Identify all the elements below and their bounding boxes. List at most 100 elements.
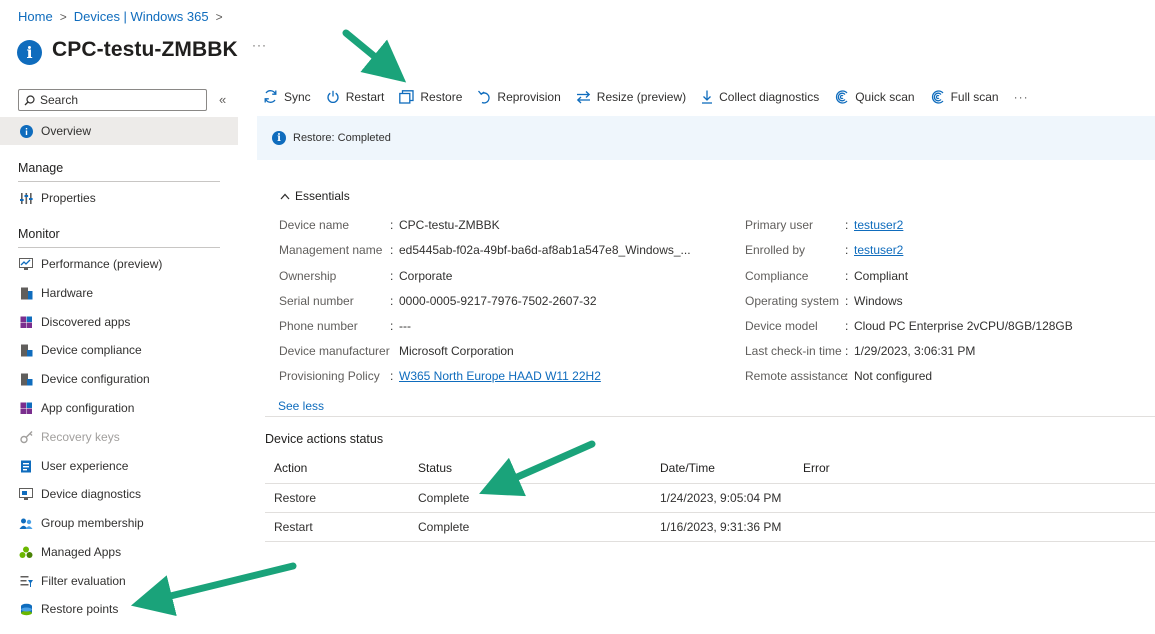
notification-banner: i Restore: Completed (257, 116, 1155, 160)
more-options-button[interactable]: ··· (252, 38, 267, 52)
property-value: 1/29/2023, 3:06:31 PM (854, 344, 976, 358)
property-value: Cloud PC Enterprise 2vCPU/8GB/128GB (854, 319, 1073, 333)
property-operating-system: Operating system : Windows (745, 294, 903, 310)
sidebar-item-overview[interactable]: Overview (0, 117, 238, 145)
chevron-right-icon: > (215, 9, 223, 24)
enrolled-by-link[interactable]: testuser2 (854, 243, 903, 259)
property-provisioning-policy: Provisioning Policy : W365 North Europe … (279, 369, 601, 385)
property-label: Last check-in time (745, 344, 842, 358)
restore-label: Restore (420, 89, 463, 104)
hardware-icon (19, 286, 33, 300)
sidebar-item-label: Hardware (41, 286, 94, 300)
reprovision-label: Reprovision (497, 89, 561, 104)
command-bar: Sync Restart Restore Reprovision Resize … (263, 89, 1029, 104)
property-label: Ownership (279, 269, 337, 283)
sidebar-item-discovered-apps[interactable]: Discovered apps (0, 309, 238, 335)
search-icon (24, 94, 35, 105)
chevron-up-icon (280, 193, 290, 199)
more-commands-button[interactable]: ··· (1014, 90, 1029, 104)
sidebar-item-app-configuration[interactable]: App configuration (0, 395, 238, 421)
property-serial-number: Serial number : 0000-0005-9217-7976-7502… (279, 294, 597, 310)
section-manage: Manage (18, 161, 220, 182)
property-label: Phone number (279, 319, 358, 333)
reprovision-icon (478, 90, 491, 104)
provisioning-policy-link[interactable]: W365 North Europe HAAD W11 22H2 (399, 369, 601, 385)
sync-button[interactable]: Sync (263, 89, 311, 104)
sidebar-item-managed-apps[interactable]: Managed Apps (0, 539, 238, 565)
column-header-datetime[interactable]: Date/Time (660, 453, 715, 483)
collect-diagnostics-button[interactable]: Collect diagnostics (701, 90, 819, 104)
property-enrolled-by: Enrolled by : testuser2 (745, 243, 903, 259)
scan-icon (836, 89, 848, 104)
breadcrumb: Home > Devices | Windows 365 > (18, 9, 230, 24)
properties-icon (19, 191, 33, 205)
sidebar-item-device-compliance[interactable]: Device compliance (0, 337, 238, 363)
column-header-action[interactable]: Action (274, 453, 307, 483)
chevron-right-icon: > (59, 9, 67, 24)
resize-arrows-icon (576, 90, 590, 103)
compliance-icon (19, 343, 33, 357)
sidebar-item-restore-points[interactable]: Restore points (0, 596, 238, 622)
annotation-arrow-restore (342, 29, 407, 83)
sidebar-item-group-membership[interactable]: Group membership (0, 510, 238, 536)
property-separator: : (845, 243, 849, 257)
property-label: Device manufacturer (279, 344, 390, 358)
sidebar-item-hardware[interactable]: Hardware (0, 280, 238, 306)
sidebar-item-performance[interactable]: Performance (preview) (0, 251, 238, 277)
full-scan-label: Full scan (950, 89, 999, 104)
property-separator: : (845, 218, 849, 232)
sidebar-item-filter-evaluation[interactable]: Filter evaluation (0, 568, 238, 594)
info-icon: i (17, 40, 42, 65)
restore-button[interactable]: Restore (399, 90, 462, 104)
sidebar-item-device-diagnostics[interactable]: Device diagnostics (0, 481, 238, 507)
essentials-title: Essentials (295, 189, 350, 203)
property-label: Management name (279, 243, 383, 257)
sidebar-item-label: Device configuration (41, 372, 150, 386)
property-phone-number: Phone number : --- (279, 319, 411, 335)
sidebar-item-label: Performance (preview) (41, 257, 163, 271)
property-separator: : (390, 294, 394, 308)
info-icon (19, 124, 33, 138)
sidebar-item-label: App configuration (41, 401, 135, 415)
property-label: Operating system (745, 294, 840, 308)
restore-points-icon (19, 602, 33, 616)
sidebar-item-label: Overview (41, 124, 92, 138)
sidebar-item-label: Managed Apps (41, 545, 122, 559)
restart-button[interactable]: Restart (326, 90, 384, 104)
column-header-status[interactable]: Status (418, 453, 452, 483)
essentials-toggle[interactable]: Essentials (280, 189, 350, 203)
collapse-sidebar-button[interactable]: « (219, 92, 226, 107)
power-icon (327, 90, 339, 103)
property-compliance: Compliance : Compliant (745, 269, 908, 285)
table-row[interactable]: Restart Complete 1/16/2023, 9:31:36 PM (265, 513, 1155, 542)
cell-status: Complete (418, 491, 470, 505)
sidebar-item-label: Group membership (41, 516, 144, 530)
sidebar-item-user-experience[interactable]: User experience (0, 453, 238, 479)
breadcrumb-home[interactable]: Home (18, 9, 53, 24)
quick-scan-button[interactable]: Quick scan (834, 89, 915, 104)
property-value: CPC-testu-ZMBBK (399, 218, 500, 232)
collect-diagnostics-label: Collect diagnostics (719, 89, 820, 104)
sidebar-item-device-configuration[interactable]: Device configuration (0, 366, 238, 392)
page-title: CPC-testu-ZMBBK (52, 37, 238, 61)
sidebar-item-recovery-keys: Recovery keys (0, 424, 238, 450)
cell-datetime: 1/16/2023, 9:31:36 PM (660, 520, 782, 534)
resize-button[interactable]: Resize (preview) (576, 90, 686, 104)
quick-scan-label: Quick scan (855, 89, 915, 104)
reprovision-button[interactable]: Reprovision (477, 89, 561, 104)
property-label: Device model (745, 319, 818, 333)
column-header-error[interactable]: Error (803, 453, 830, 483)
see-less-link[interactable]: See less (278, 399, 324, 413)
sidebar-item-properties[interactable]: Properties (0, 185, 238, 211)
full-scan-button[interactable]: Full scan (930, 90, 999, 104)
apps-icon (19, 315, 33, 329)
page-header: i CPC-testu-ZMBBK (17, 34, 238, 65)
search-input[interactable]: Search (18, 89, 207, 111)
property-value: ed5445ab-f02a-49bf-ba6d-af8ab1a547e8_Win… (399, 243, 691, 257)
table-row[interactable]: Restore Complete 1/24/2023, 9:05:04 PM (265, 484, 1155, 513)
primary-user-link[interactable]: testuser2 (854, 218, 903, 234)
property-device-model: Device model : Cloud PC Enterprise 2vCPU… (745, 319, 1073, 335)
breadcrumb-devices[interactable]: Devices | Windows 365 (74, 9, 209, 24)
user-experience-icon (19, 459, 33, 473)
section-monitor: Monitor (18, 227, 220, 248)
